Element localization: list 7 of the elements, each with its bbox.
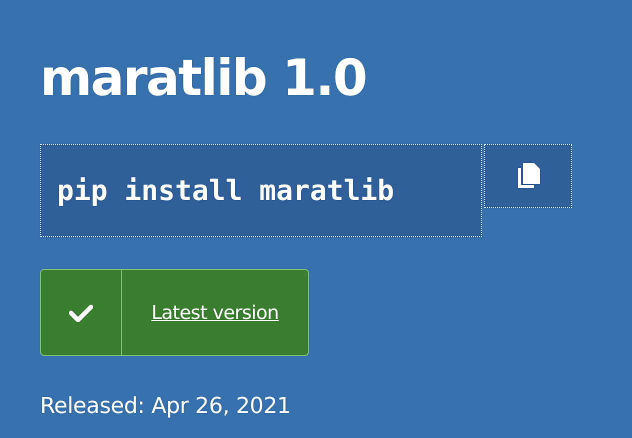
check-icon — [69, 304, 93, 322]
release-date: Released: Apr 26, 2021 — [40, 394, 292, 419]
copy-button[interactable] — [484, 144, 572, 208]
package-title: maratlib 1.0 — [40, 48, 368, 108]
install-command: pip install maratlib — [40, 144, 482, 237]
copy-icon — [515, 161, 541, 191]
latest-version-link[interactable]: Latest version — [151, 302, 279, 324]
